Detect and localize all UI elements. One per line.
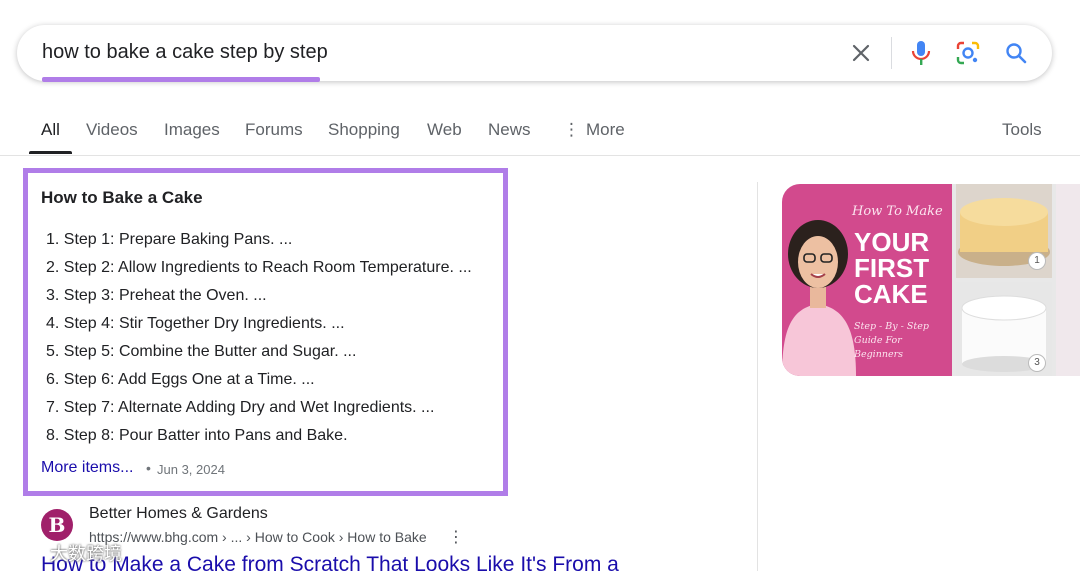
list-item: 1. Step 1: Prepare Baking Pans. ...: [46, 231, 293, 248]
list-item: 4. Step 4: Stir Together Dry Ingredients…: [46, 315, 345, 332]
separator-dot: •: [146, 460, 151, 476]
list-item: 7. Step 7: Alternate Adding Dry and Wet …: [46, 399, 435, 416]
cake-photo-thumbnail[interactable]: [1056, 184, 1080, 376]
snippet-steps-list: 1. Step 1: Prepare Baking Pans. ... 2. S…: [46, 226, 472, 450]
active-tab-indicator: [29, 151, 72, 154]
list-item: 3. Step 3: Preheat the Oven. ...: [46, 287, 267, 304]
list-item: 5. Step 5: Combine the Butter and Sugar.…: [46, 343, 357, 360]
tab-images[interactable]: Images: [164, 120, 220, 140]
tab-videos[interactable]: Videos: [86, 120, 138, 140]
cake-guide-thumbnail[interactable]: How To Make YOUR FIRST CAKE Step - By - …: [782, 184, 952, 376]
more-items-link[interactable]: More items...: [41, 459, 133, 477]
tab-news[interactable]: News: [488, 120, 531, 140]
person-illustration: [782, 220, 856, 376]
tab-all[interactable]: All: [41, 120, 60, 140]
close-icon[interactable]: [847, 39, 875, 67]
vertical-dots-icon[interactable]: ⋮: [448, 527, 464, 547]
tabs-divider: [0, 155, 1080, 156]
tools-button[interactable]: Tools: [1002, 120, 1042, 140]
search-tabs: All Videos Images Forums Shopping Web Ne…: [0, 110, 1080, 155]
thumbnail-caption-1: How To Make: [852, 204, 943, 219]
step-badge: 1: [1028, 252, 1046, 270]
mic-icon[interactable]: [907, 39, 935, 67]
search-bar[interactable]: how to bake a cake step by step: [17, 25, 1052, 82]
result-site-name[interactable]: Better Homes & Gardens: [89, 505, 268, 523]
tab-web[interactable]: Web: [427, 120, 462, 140]
snippet-date: Jun 3, 2024: [157, 462, 225, 477]
tab-forums[interactable]: Forums: [245, 120, 303, 140]
cake-photo-thumbnail[interactable]: 1: [956, 184, 1052, 278]
watermark-text: 大数跨境: [50, 544, 122, 564]
tab-more[interactable]: ⋮ More: [563, 120, 625, 140]
search-icon[interactable]: [1002, 39, 1030, 67]
list-item: 6. Step 6: Add Eggs One at a Time. ...: [46, 371, 315, 388]
cake-photo-thumbnail[interactable]: 3: [956, 282, 1052, 376]
image-thumbnails[interactable]: How To Make YOUR FIRST CAKE Step - By - …: [782, 184, 1080, 376]
vertical-dots-icon: ⋮: [563, 120, 580, 139]
snippet-title: How to Bake a Cake: [41, 188, 203, 207]
list-item: 8. Step 8: Pour Batter into Pans and Bak…: [46, 427, 348, 444]
camera-lens-icon[interactable]: [954, 39, 982, 67]
thumbnail-caption-2: YOUR FIRST CAKE: [854, 227, 930, 309]
step-badge: 3: [1028, 354, 1046, 372]
search-bar-divider: [891, 37, 892, 69]
tab-shopping[interactable]: Shopping: [328, 120, 400, 140]
list-item: 2. Step 2: Allow Ingredients to Reach Ro…: [46, 259, 472, 276]
search-input[interactable]: how to bake a cake step by step: [42, 41, 328, 64]
featured-snippet: How to Bake a Cake 1. Step 1: Prepare Ba…: [23, 168, 508, 496]
thumbnail-caption-3: Step - By - Step Guide For Beginners: [854, 321, 929, 360]
column-divider: [757, 182, 758, 571]
tab-more-label: More: [586, 120, 625, 139]
query-highlight-underline: [42, 77, 320, 82]
